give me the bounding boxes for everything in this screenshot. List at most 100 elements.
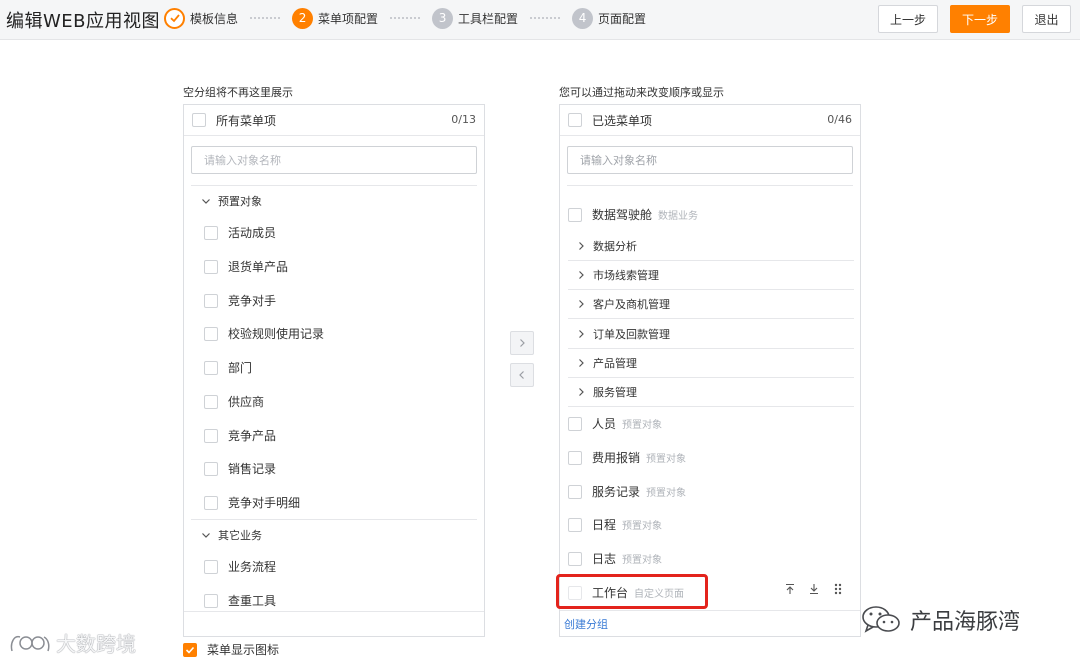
item-checkbox[interactable] (568, 207, 582, 222)
group-other-business[interactable]: 其它业务 (201, 527, 262, 543)
group-row[interactable]: 市场线索管理 (576, 267, 659, 283)
move-left-button[interactable] (510, 363, 534, 387)
prev-step-button[interactable]: 上一步 (878, 5, 938, 33)
group-label: 其它业务 (218, 529, 262, 542)
group-preset-objects[interactable]: 预置对象 (201, 193, 262, 209)
highlight-box (556, 574, 708, 609)
list-item[interactable]: 费用报销 预置对象 (568, 449, 686, 466)
list-item[interactable]: 日程 预置对象 (568, 516, 662, 533)
group-label: 产品管理 (593, 357, 637, 370)
group-row[interactable]: 订单及回款管理 (576, 326, 670, 342)
next-step-button[interactable]: 下一步 (950, 5, 1010, 33)
chevron-down-icon (202, 199, 210, 204)
exit-button[interactable]: 退出 (1022, 5, 1071, 33)
group-label: 预置对象 (218, 195, 262, 208)
move-right-button[interactable] (510, 331, 534, 355)
item-checkbox[interactable] (568, 551, 582, 566)
list-item[interactable]: 竞争产品 (204, 427, 276, 444)
list-item[interactable]: 竞争对手 (204, 292, 276, 309)
create-group-link[interactable]: 创建分组 (564, 616, 608, 632)
list-item[interactable]: 人员 预置对象 (568, 415, 662, 432)
item-checkbox[interactable] (204, 495, 218, 510)
step-toolbar-config[interactable]: 3 工具栏配置 (432, 7, 519, 29)
list-item[interactable]: 查重工具 (204, 592, 276, 609)
item-checkbox[interactable] (568, 450, 582, 465)
item-label: 人员 (592, 417, 617, 431)
list-item[interactable]: 校验规则使用记录 (204, 325, 324, 342)
list-item[interactable]: 竞争对手明细 (204, 494, 300, 511)
item-checkbox[interactable] (204, 326, 218, 341)
item-checkbox[interactable] (568, 517, 582, 532)
panel-title: 所有菜单项 (216, 114, 277, 128)
item-checkbox[interactable] (204, 593, 218, 608)
selection-count: 0/46 (827, 113, 852, 126)
item-checkbox[interactable] (204, 559, 218, 574)
item-label: 退货单产品 (228, 260, 289, 274)
group-label: 市场线索管理 (593, 269, 659, 282)
item-checkbox[interactable] (204, 360, 218, 375)
select-all-checkbox[interactable] (568, 113, 582, 127)
list-item[interactable]: 销售记录 (204, 460, 276, 477)
drag-handle-icon[interactable] (832, 583, 844, 595)
top-bar: 编辑WEB应用视图 模板信息 2 菜单项配置 3 工具栏配置 4 页面配置 上一… (0, 0, 1080, 40)
group-row[interactable]: 客户及商机管理 (576, 296, 670, 312)
selected-menu-items-panel: 已选菜单项 0/46 请输入对象名称 数据驾驶舱 数据业务 数据分析 市场线索管… (559, 104, 861, 637)
group-label: 服务管理 (593, 386, 637, 399)
step-page-config[interactable]: 4 页面配置 (572, 7, 647, 29)
watermark-text: 产品海豚湾 (910, 610, 1021, 635)
group-label: 客户及商机管理 (593, 298, 670, 311)
divider (568, 377, 854, 378)
watermark-right: 产品海豚湾 (860, 603, 1020, 637)
list-item[interactable]: 部门 (204, 359, 252, 376)
divider (568, 406, 854, 407)
item-tag: 数据业务 (658, 211, 699, 222)
list-item[interactable]: 退货单产品 (204, 258, 288, 275)
list-item[interactable]: 日志 预置对象 (568, 550, 662, 567)
chevron-left-icon (519, 371, 524, 379)
move-to-top-icon[interactable] (784, 583, 796, 595)
list-item[interactable]: 服务记录 预置对象 (568, 483, 686, 500)
item-label: 竞争对手明细 (228, 496, 301, 510)
item-label: 日志 (592, 552, 617, 566)
divider (568, 348, 854, 349)
item-checkbox[interactable] (204, 293, 218, 308)
divider (567, 185, 853, 186)
list-item[interactable]: 活动成员 (204, 224, 276, 241)
row-actions (784, 583, 856, 595)
divider (184, 611, 484, 612)
item-checkbox[interactable] (204, 394, 218, 409)
item-checkbox[interactable] (204, 225, 218, 240)
chevron-right-icon (579, 300, 584, 308)
step-indicator: 模板信息 2 菜单项配置 3 工具栏配置 4 页面配置 (164, 7, 646, 29)
item-label: 数据驾驶舱 (592, 208, 653, 222)
item-checkbox[interactable] (204, 428, 218, 443)
show-icons-checkbox[interactable] (183, 642, 197, 657)
show-menu-icons-option[interactable]: 菜单显示图标 (183, 641, 279, 658)
list-item[interactable]: 供应商 (204, 393, 264, 410)
group-row[interactable]: 服务管理 (576, 384, 637, 400)
group-label: 数据分析 (593, 240, 637, 253)
list-item[interactable]: 业务流程 (204, 558, 276, 575)
search-input[interactable]: 请输入对象名称 (567, 146, 853, 174)
item-checkbox[interactable] (204, 461, 218, 476)
step-label: 工具栏配置 (458, 11, 519, 26)
chevron-right-icon (579, 359, 584, 367)
check-icon (164, 7, 185, 29)
list-item[interactable]: 数据驾驶舱 数据业务 (568, 206, 698, 223)
step-menu-config[interactable]: 2 菜单项配置 (292, 7, 378, 29)
item-checkbox[interactable] (568, 416, 582, 431)
chevron-right-icon (579, 330, 584, 338)
item-tag: 预置对象 (622, 420, 663, 431)
all-menu-items-panel: 所有菜单项 0/13 请输入对象名称 预置对象 活动成员 退货单产品 竞争对手 … (183, 104, 485, 637)
move-to-bottom-icon[interactable] (808, 583, 820, 595)
item-checkbox[interactable] (568, 484, 582, 499)
step-label: 页面配置 (598, 11, 647, 26)
divider (568, 289, 854, 290)
item-checkbox[interactable] (204, 259, 218, 274)
group-row[interactable]: 产品管理 (576, 355, 637, 371)
search-input[interactable]: 请输入对象名称 (191, 146, 477, 174)
step-template-info[interactable]: 模板信息 (164, 7, 238, 29)
group-row[interactable]: 数据分析 (576, 238, 637, 254)
select-all-checkbox[interactable] (192, 113, 206, 127)
step-number: 2 (292, 7, 314, 29)
